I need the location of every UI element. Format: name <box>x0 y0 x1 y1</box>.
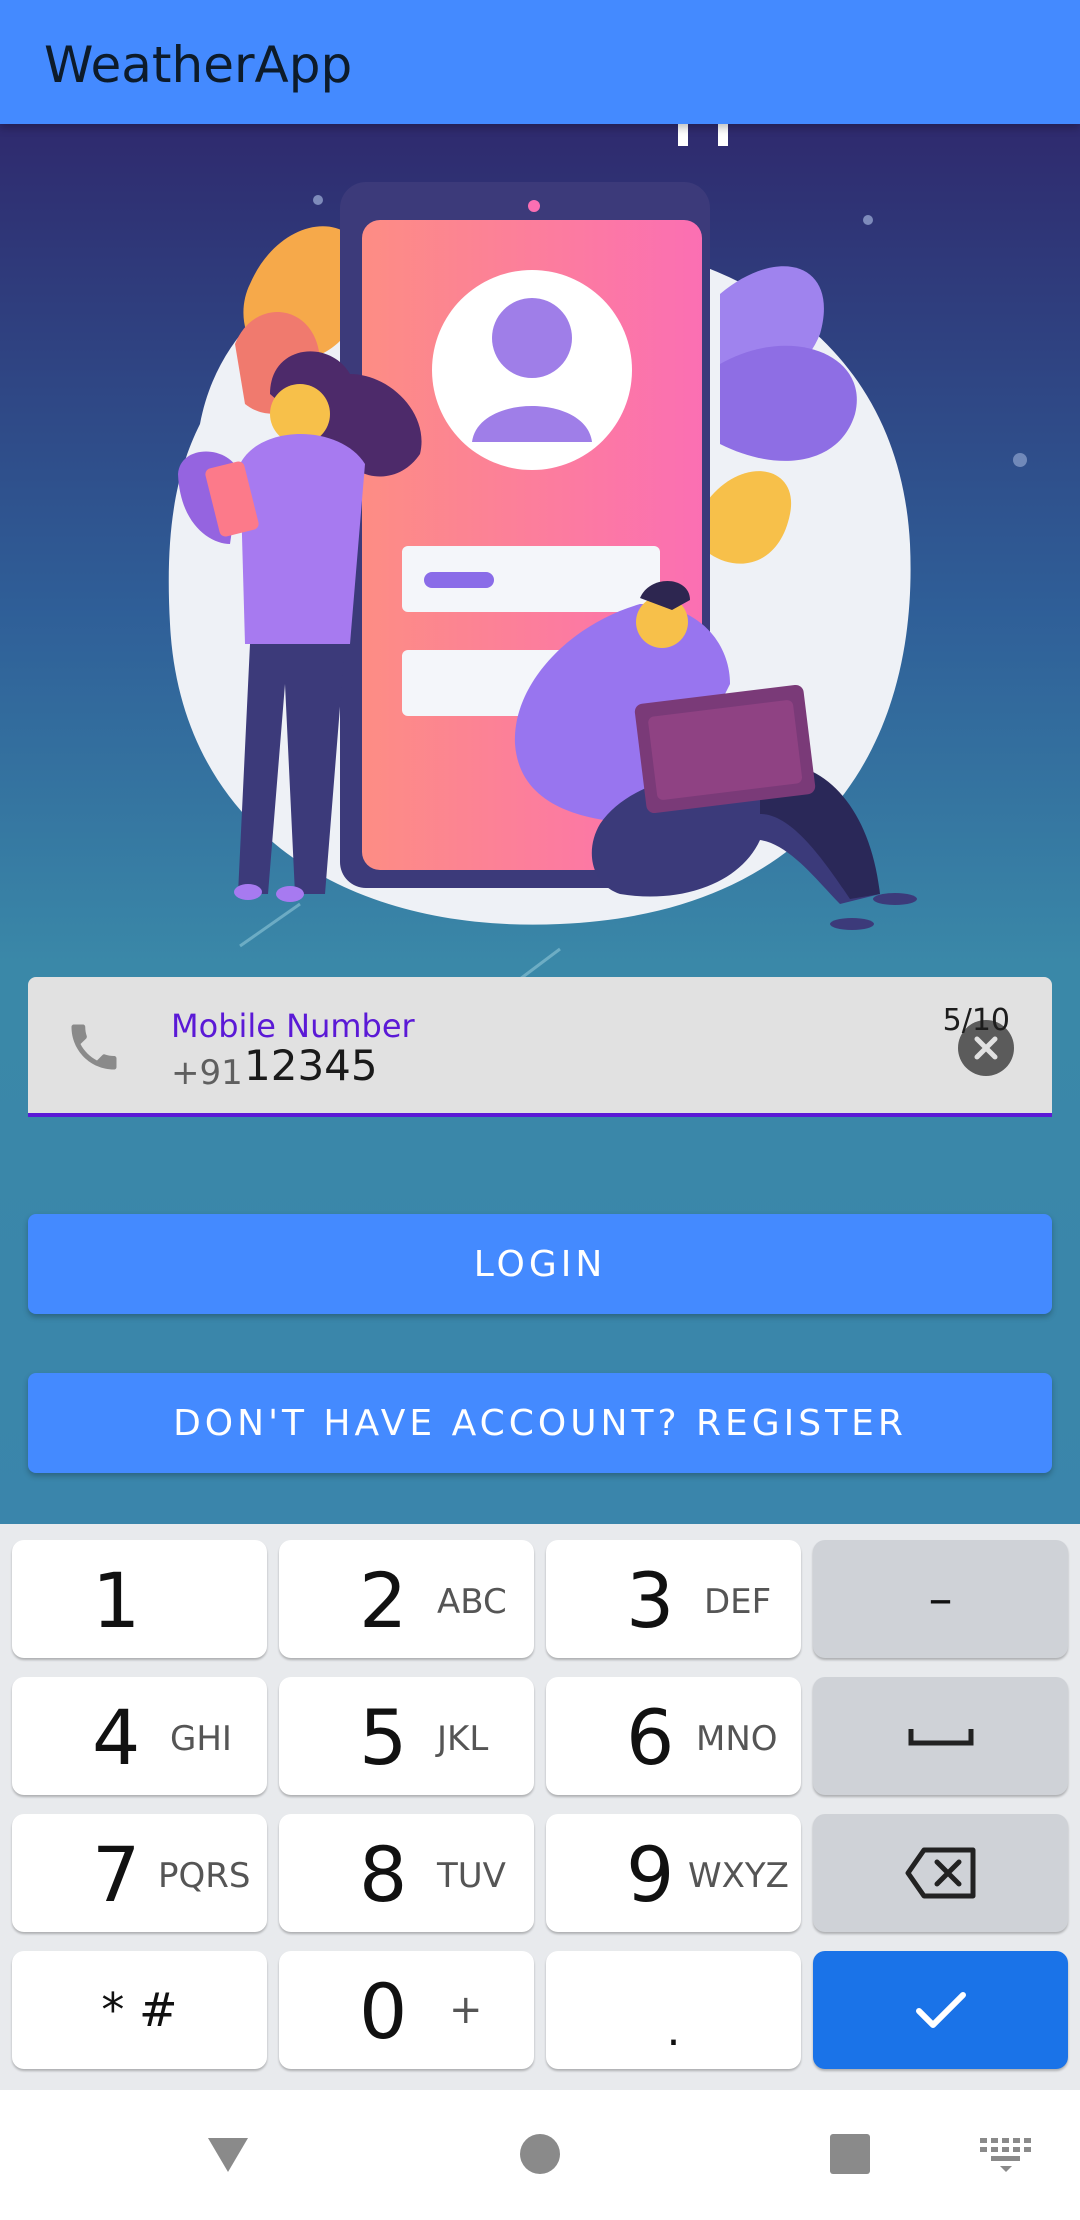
login-button[interactable]: LOGIN <box>28 1214 1052 1314</box>
key-0-digit: 0 <box>359 1967 408 2056</box>
key-0-plus: + <box>449 1987 483 2033</box>
country-code-prefix: +91 <box>171 1053 243 1093</box>
check-icon <box>916 1992 966 2028</box>
key-8-letters: TUV <box>437 1856 506 1896</box>
numeric-keyboard: 1 2 ABC 3 DEF – 4 GHI 5 JKL 6 MNO 7 PQRS… <box>0 1524 1080 2090</box>
key-6-letters: MNO <box>696 1719 778 1759</box>
key-3-letters: DEF <box>704 1582 772 1622</box>
back-triangle-icon[interactable] <box>198 2124 258 2184</box>
key-2[interactable]: 2 ABC <box>279 1540 534 1658</box>
key-9-letters: WXYZ <box>688 1856 789 1896</box>
key-star-hash-label: * # <box>101 1983 178 2037</box>
app-title: WeatherApp <box>44 36 353 94</box>
key-dash[interactable]: – <box>813 1540 1068 1658</box>
key-4-digit: 4 <box>92 1693 141 1782</box>
key-4[interactable]: 4 GHI <box>12 1677 267 1795</box>
recents-square-icon[interactable] <box>820 2124 880 2184</box>
key-5-digit: 5 <box>359 1693 408 1782</box>
key-backspace[interactable] <box>813 1814 1068 1932</box>
mobile-number-label: Mobile Number <box>171 1007 415 1045</box>
backspace-icon <box>905 1847 976 1899</box>
keyboard-icon[interactable] <box>976 2134 1036 2174</box>
key-0[interactable]: 0 + <box>279 1951 534 2069</box>
key-2-digit: 2 <box>359 1556 408 1645</box>
key-7-digit: 7 <box>92 1830 141 1919</box>
key-4-letters: GHI <box>170 1719 232 1759</box>
key-6[interactable]: 6 MNO <box>546 1677 801 1795</box>
key-9-digit: 9 <box>626 1830 675 1919</box>
register-button[interactable]: DON'T HAVE ACCOUNT? REGISTER <box>28 1373 1052 1473</box>
key-8[interactable]: 8 TUV <box>279 1814 534 1932</box>
key-7[interactable]: 7 PQRS <box>12 1814 267 1932</box>
key-dash-label: – <box>928 1571 953 1627</box>
space-icon <box>908 1729 974 1746</box>
character-counter: 5/10 <box>942 1003 1010 1038</box>
key-5[interactable]: 5 JKL <box>279 1677 534 1795</box>
key-5-letters: JKL <box>437 1719 489 1759</box>
login-screen: Mobile Number +91 12345 5/10 LOGIN DON'T… <box>0 124 1080 1524</box>
key-3[interactable]: 3 DEF <box>546 1540 801 1658</box>
key-enter[interactable] <box>813 1951 1068 2069</box>
key-star-hash[interactable]: * # <box>12 1951 267 2069</box>
key-1[interactable]: 1 <box>12 1540 267 1658</box>
system-nav-bar <box>0 2090 1080 2220</box>
key-7-letters: PQRS <box>158 1856 251 1896</box>
app-bar: WeatherApp <box>0 0 1080 124</box>
key-dot[interactable]: . <box>546 1951 801 2069</box>
mobile-number-input[interactable]: 12345 <box>244 1041 378 1090</box>
home-circle-icon[interactable] <box>510 2124 570 2184</box>
key-8-digit: 8 <box>359 1830 408 1919</box>
key-3-digit: 3 <box>626 1556 675 1645</box>
phone-icon <box>71 1024 117 1070</box>
login-illustration <box>168 124 1027 981</box>
key-1-digit: 1 <box>92 1556 141 1645</box>
key-dot-label: . <box>666 2004 681 2056</box>
key-2-letters: ABC <box>437 1582 507 1622</box>
key-6-digit: 6 <box>626 1693 675 1782</box>
mobile-number-field[interactable]: Mobile Number +91 12345 <box>28 977 1052 1117</box>
key-space[interactable] <box>813 1677 1068 1795</box>
key-9[interactable]: 9 WXYZ <box>546 1814 801 1932</box>
